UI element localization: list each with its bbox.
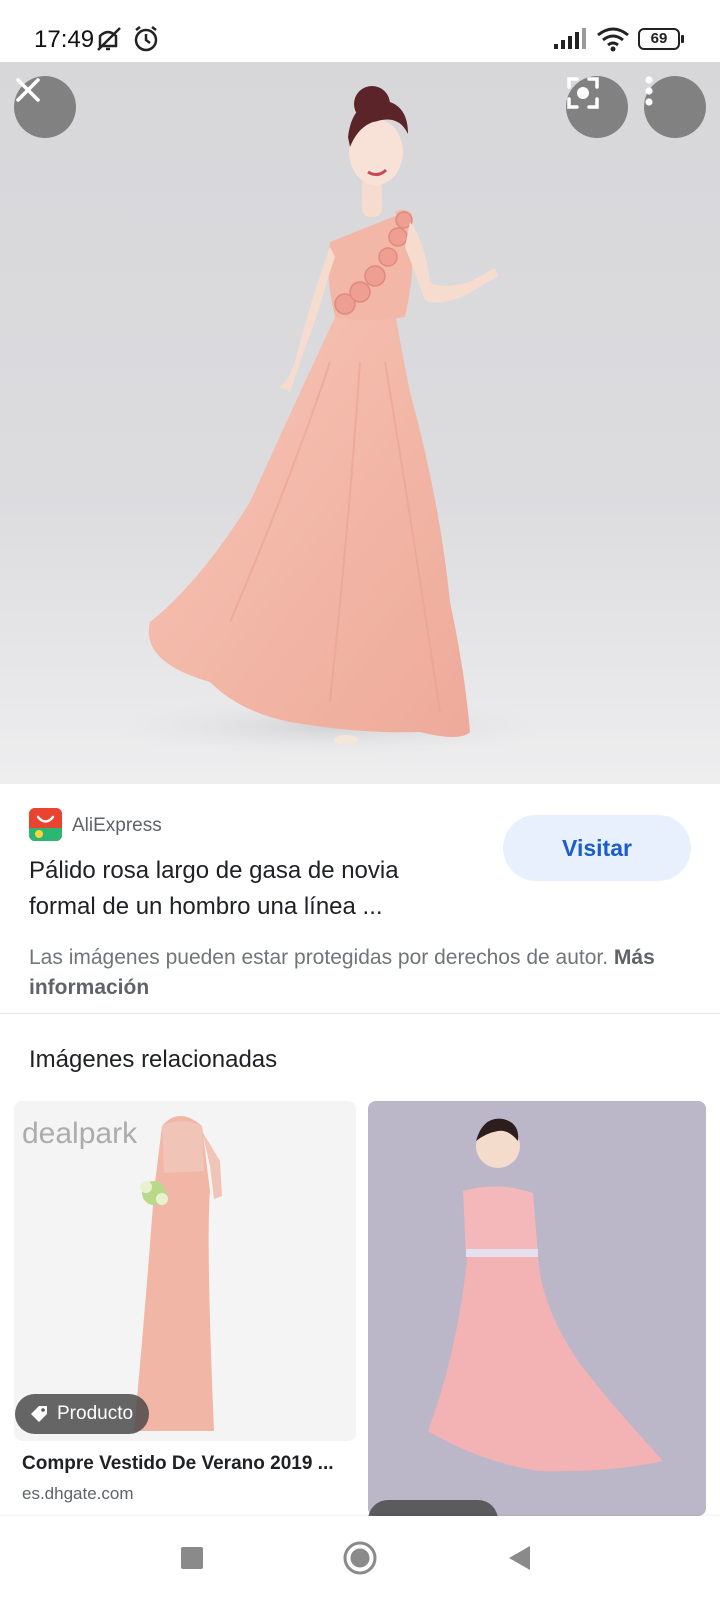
status-bar: 17:49 69: [0, 0, 720, 62]
dress-photo: [100, 86, 560, 757]
related-item-domain: es.dhgate.com: [22, 1484, 134, 1503]
copyright-notice: Las imágenes pueden estar protegidas por…: [29, 943, 669, 1003]
close-button[interactable]: [14, 76, 76, 138]
result-title[interactable]: Pálido rosa largo de gasa de novia forma…: [29, 853, 469, 925]
home-icon: [343, 1541, 377, 1575]
signal-icon: [554, 28, 586, 49]
status-right-icons: 69: [552, 26, 684, 52]
back-icon: [509, 1546, 530, 1570]
lens-icon: [567, 77, 599, 109]
alarm-icon: [134, 26, 158, 52]
more-options-button[interactable]: [644, 76, 706, 138]
main-image[interactable]: [0, 62, 720, 784]
related-image-card[interactable]: dealpark: [14, 1101, 356, 1441]
divider: [0, 1013, 720, 1014]
aliexpress-logo-icon: [29, 808, 62, 841]
lens-button[interactable]: [566, 76, 628, 138]
back-button[interactable]: [499, 1538, 539, 1578]
related-dress-photo: dealpark: [22, 1116, 222, 1431]
recents-icon: [181, 1547, 203, 1569]
close-icon: [16, 78, 40, 102]
battery-icon: 69: [638, 28, 684, 50]
status-time: 17:49: [34, 26, 95, 53]
navigation-bar: [0, 1516, 720, 1600]
visit-button[interactable]: Visitar: [503, 815, 691, 881]
recents-button[interactable]: [172, 1538, 212, 1578]
tag-icon: [31, 1406, 47, 1422]
more-vert-icon: [645, 76, 653, 106]
source-name[interactable]: AliExpress: [72, 815, 162, 837]
related-image-card[interactable]: [368, 1101, 706, 1516]
related-dress-photo: [368, 1101, 706, 1516]
related-images-heading: Imágenes relacionadas: [29, 1046, 278, 1073]
home-button[interactable]: [340, 1538, 380, 1578]
related-item-title[interactable]: Compre Vestido De Verano 2019 ...: [22, 1453, 352, 1475]
status-left-icons: [96, 24, 166, 59]
copyright-text: Las imágenes pueden estar protegidas por…: [29, 946, 609, 969]
product-badge: Producto: [15, 1394, 150, 1434]
wifi-icon: [597, 27, 629, 52]
mute-icon: [97, 27, 121, 51]
watermark-text: dealpark: [22, 1117, 138, 1150]
product-badge-label: Producto: [57, 1403, 134, 1424]
